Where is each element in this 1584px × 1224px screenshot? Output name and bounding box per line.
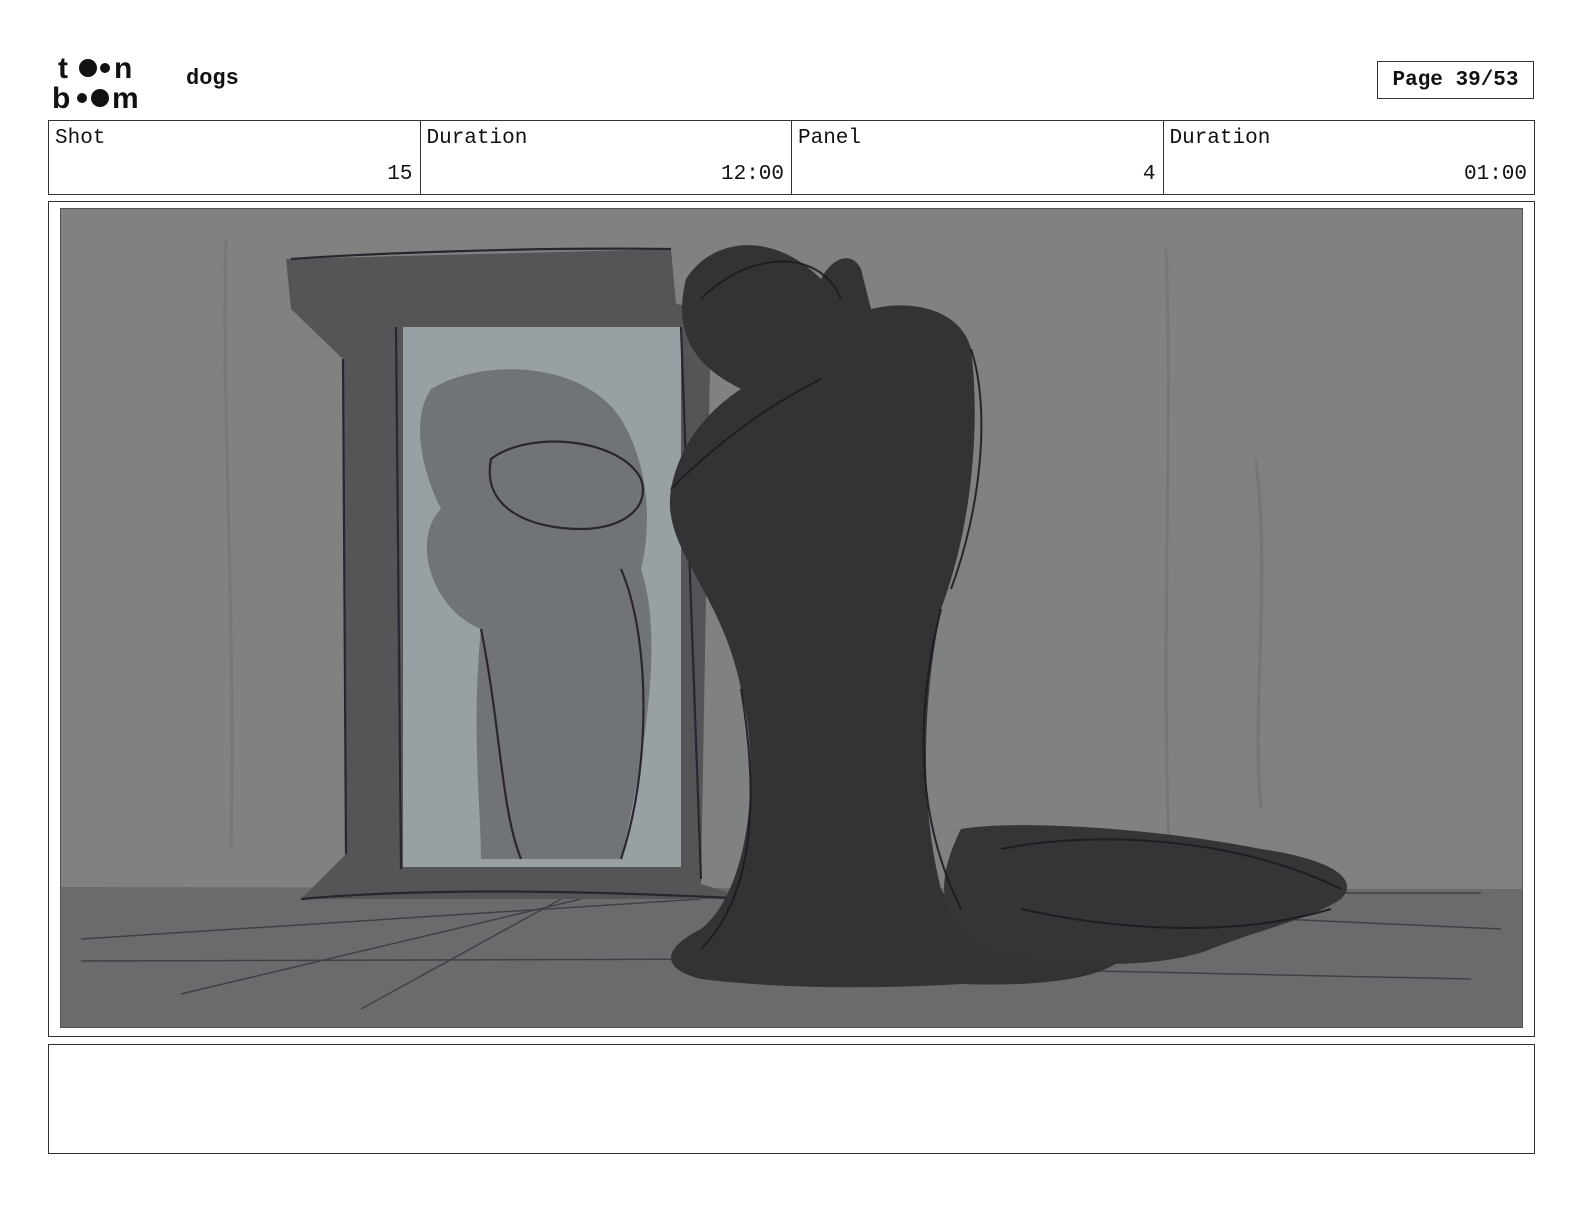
page-indicator: Page 39/53 <box>1377 61 1534 99</box>
svg-text:n: n <box>114 52 132 85</box>
project-name: dogs <box>186 66 239 91</box>
panel-duration-label: Duration <box>1169 127 1271 150</box>
svg-text:m: m <box>112 82 139 112</box>
shot-duration-cell: Duration 12:00 <box>421 121 792 194</box>
panel-value: 4 <box>1142 163 1156 186</box>
shot-info-row: Shot 15 Duration 12:00 Panel 4 Duration … <box>48 120 1535 195</box>
shot-value: 15 <box>387 163 413 186</box>
panel-notes[interactable] <box>48 1044 1535 1154</box>
panel-cell: Panel 4 <box>792 121 1164 194</box>
panel-sketch <box>61 209 1522 1027</box>
svg-text:b: b <box>52 82 70 112</box>
shot-cell: Shot 15 <box>49 121 421 194</box>
shot-duration-value: 12:00 <box>720 163 784 186</box>
shot-duration-label: Duration <box>426 127 528 150</box>
panel-label: Panel <box>798 127 862 150</box>
toon-boom-logo-icon: t n b m <box>52 52 164 115</box>
mirror <box>286 247 752 901</box>
storyboard-panel-image[interactable] <box>60 208 1523 1028</box>
panel-frame <box>48 201 1535 1037</box>
panel-duration-value: 01:00 <box>1463 163 1527 186</box>
panel-duration-cell: Duration 01:00 <box>1164 121 1535 194</box>
shot-label: Shot <box>55 127 106 150</box>
svg-text:t: t <box>58 52 68 85</box>
